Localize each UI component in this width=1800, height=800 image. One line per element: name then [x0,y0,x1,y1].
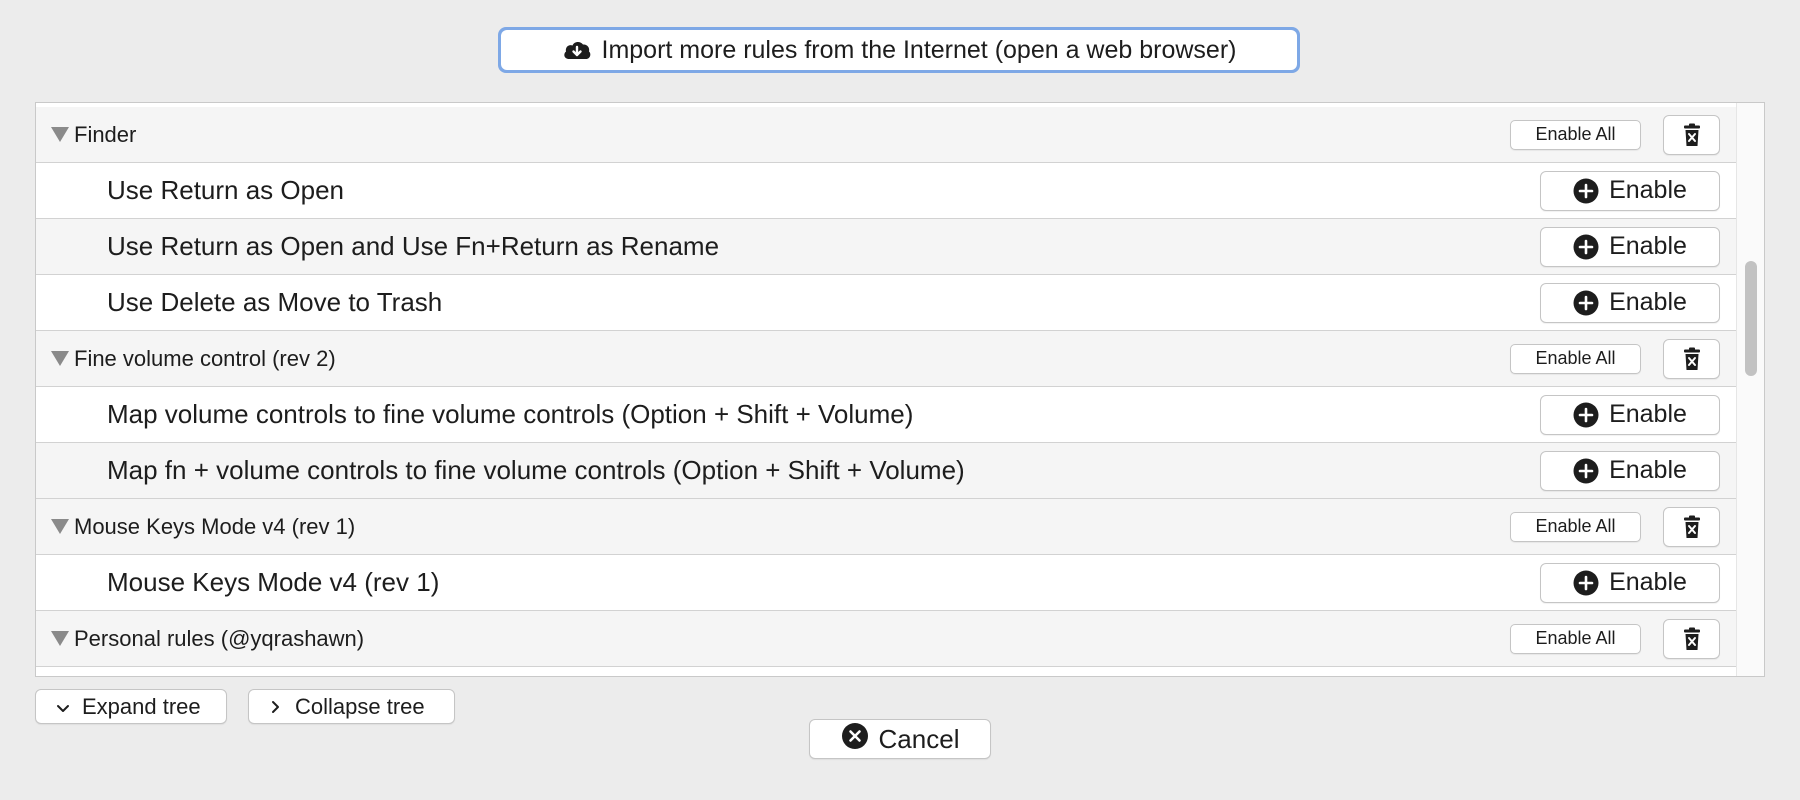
rule-group-row[interactable]: Personal rules (@yqrashawn) Enable All [36,611,1736,667]
disclosure-triangle-icon[interactable] [51,350,69,366]
group-title: Finder [74,121,137,147]
plus-circle-icon [1573,234,1599,260]
plus-circle-icon [1573,570,1599,596]
enable-all-button[interactable]: Enable All [1510,343,1641,374]
group-title: Mouse Keys Mode v4 (rev 1) [74,513,356,539]
trash-icon [1683,123,1701,147]
enable-all-label: Enable All [1535,348,1616,368]
rule-title: Mouse Keys Mode v4 (rev 1) [107,567,440,597]
close-circle-icon [841,722,869,757]
delete-group-button[interactable] [1663,618,1720,659]
expand-tree-button[interactable]: Expand tree [35,689,227,724]
trash-icon [1683,627,1701,651]
expand-tree-label: Expand tree [82,693,201,719]
delete-group-button[interactable] [1663,506,1720,547]
enable-label: Enable [1609,400,1687,428]
plus-circle-icon [1573,402,1599,428]
trash-icon [1683,347,1701,371]
enable-rule-button[interactable]: Enable [1540,450,1720,491]
enable-all-label: Enable All [1535,516,1616,536]
rule-row: Map fn + volume controls to fine volume … [36,443,1736,499]
disclosure-triangle-icon[interactable] [51,518,69,534]
delete-group-button[interactable] [1663,114,1720,155]
rule-row: Use Return as Open Enable [36,163,1736,219]
enable-all-button[interactable]: Enable All [1510,511,1641,542]
vertical-scrollbar[interactable] [1736,103,1764,676]
group-title: Personal rules (@yqrashawn) [74,625,365,651]
plus-circle-icon [1573,178,1599,204]
chevron-down-icon [56,694,70,720]
rule-group-row[interactable]: Finder Enable All [36,107,1736,163]
rule-row: Use Return as Open and Use Fn+Return as … [36,219,1736,275]
enable-all-label: Enable All [1535,628,1616,648]
delete-group-button[interactable] [1663,338,1720,379]
enable-rule-button[interactable]: Enable [1540,282,1720,323]
disclosure-triangle-icon[interactable] [51,630,69,646]
import-button-focus-ring: Import more rules from the Internet (ope… [498,27,1300,73]
collapse-tree-label: Collapse tree [295,693,425,719]
rules-rows: Finder Enable All Use Return as Open Enable… [36,107,1736,667]
enable-label: Enable [1609,456,1687,484]
rule-group-row[interactable]: Fine volume control (rev 2) Enable All [36,331,1736,387]
rule-row: Map volume controls to fine volume contr… [36,387,1736,443]
disclosure-triangle-icon[interactable] [51,126,69,142]
enable-rule-button[interactable]: Enable [1540,170,1720,211]
trash-icon [1683,515,1701,539]
rule-title: Use Return as Open and Use Fn+Return as … [107,231,720,261]
enable-rule-button[interactable]: Enable [1540,562,1720,603]
chevron-right-icon [271,694,281,720]
collapse-tree-button[interactable]: Collapse tree [248,689,455,724]
enable-label: Enable [1609,232,1687,260]
enable-label: Enable [1609,568,1687,596]
group-title: Fine volume control (rev 2) [74,345,336,371]
rule-title: Map volume controls to fine volume contr… [107,399,914,429]
rules-list[interactable]: Finder Enable All Use Return as Open Enable… [35,102,1765,677]
rule-row: Use Delete as Move to Trash Enable [36,275,1736,331]
import-rules-button[interactable]: Import more rules from the Internet (ope… [501,30,1297,70]
enable-all-button[interactable]: Enable All [1510,119,1641,150]
rule-group-row[interactable]: Mouse Keys Mode v4 (rev 1) Enable All [36,499,1736,555]
import-rules-label: Import more rules from the Internet (ope… [601,35,1237,64]
cancel-button[interactable]: Cancel [809,719,991,759]
enable-rule-button[interactable]: Enable [1540,394,1720,435]
scrollbar-thumb[interactable] [1745,261,1757,376]
enable-all-button[interactable]: Enable All [1510,623,1641,654]
rule-title: Map fn + volume controls to fine volume … [107,455,965,485]
rule-row: Mouse Keys Mode v4 (rev 1) Enable [36,555,1736,611]
rule-title: Use Delete as Move to Trash [107,287,443,317]
enable-label: Enable [1609,176,1687,204]
plus-circle-icon [1573,290,1599,316]
enable-rule-button[interactable]: Enable [1540,226,1720,267]
enable-label: Enable [1609,288,1687,316]
cloud-download-icon [562,39,592,61]
cancel-label: Cancel [878,723,960,754]
rule-title: Use Return as Open [107,175,345,205]
plus-circle-icon [1573,458,1599,484]
enable-all-label: Enable All [1535,124,1616,144]
